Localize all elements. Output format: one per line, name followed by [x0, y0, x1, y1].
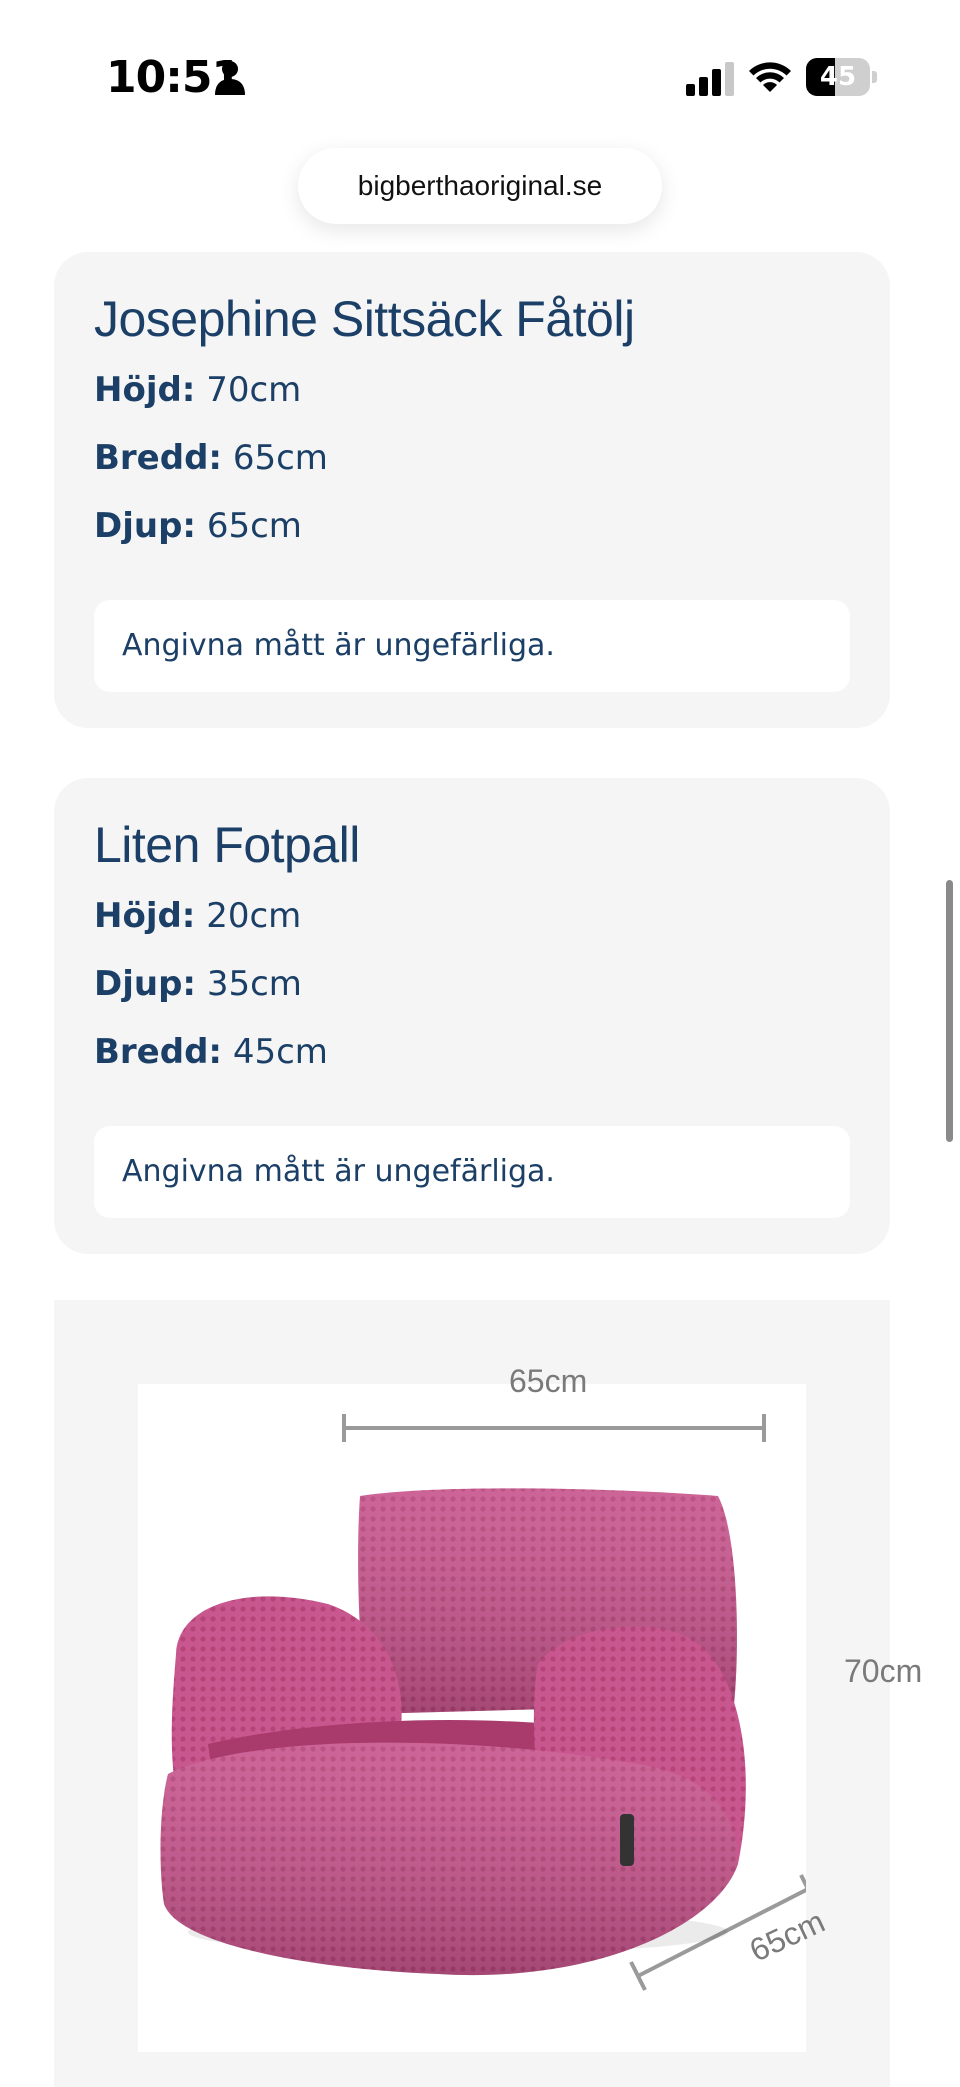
person-icon	[215, 61, 245, 95]
spec-row-width: Bredd: 45cm	[94, 1032, 328, 1072]
bean-bag-chair-illustration	[160, 1414, 838, 1991]
wifi-icon	[749, 62, 791, 92]
spec-row-depth: Djup: 65cm	[94, 506, 302, 546]
spec-value: 70cm	[206, 370, 302, 410]
spec-label: Bredd:	[94, 438, 223, 478]
battery-indicator: 45	[806, 58, 877, 96]
spec-value: 65cm	[232, 438, 328, 478]
battery-level: 45	[819, 62, 857, 92]
product-title: Liten Fotpall	[94, 817, 360, 873]
spec-value: 35cm	[206, 964, 302, 1004]
spec-value: 65cm	[206, 506, 302, 546]
approximate-note: Angivna mått är ungefärliga.	[94, 600, 850, 692]
product-title: Josephine Sittsäck Fåtölj	[94, 291, 635, 347]
product-dimensions-card: Liten Fotpall Höjd: 20cm Djup: 35cm Bred…	[54, 778, 890, 1254]
spec-row-height: Höjd: 70cm	[94, 370, 301, 410]
spec-label: Djup:	[94, 506, 197, 546]
spec-label: Höjd:	[94, 896, 196, 936]
spec-value: 20cm	[206, 896, 302, 936]
spec-value: 45cm	[232, 1032, 328, 1072]
spec-row-height: Höjd: 20cm	[94, 896, 301, 936]
product-image-section: 65cm 70cm 65cm	[54, 1300, 922, 2087]
approximate-note: Angivna mått är ungefärliga.	[94, 1126, 850, 1218]
cellular-signal-icon	[686, 62, 734, 96]
product-dimensions-card: Josephine Sittsäck Fåtölj Höjd: 70cm Bre…	[54, 252, 890, 728]
spec-label: Höjd:	[94, 370, 196, 410]
width-dimension-label: 65cm	[509, 1363, 588, 1399]
height-dimension-label: 70cm	[844, 1653, 923, 1689]
page-scrollbar[interactable]	[946, 880, 953, 1142]
url-bar[interactable]: bigberthaoriginal.se	[298, 148, 662, 224]
spec-row-depth: Djup: 35cm	[94, 964, 302, 1004]
spec-row-width: Bredd: 65cm	[94, 438, 328, 478]
spec-label: Djup:	[94, 964, 197, 1004]
status-bar: 10:51 45	[0, 0, 960, 150]
product-image[interactable]	[138, 1384, 838, 2052]
spec-label: Bredd:	[94, 1032, 223, 1072]
